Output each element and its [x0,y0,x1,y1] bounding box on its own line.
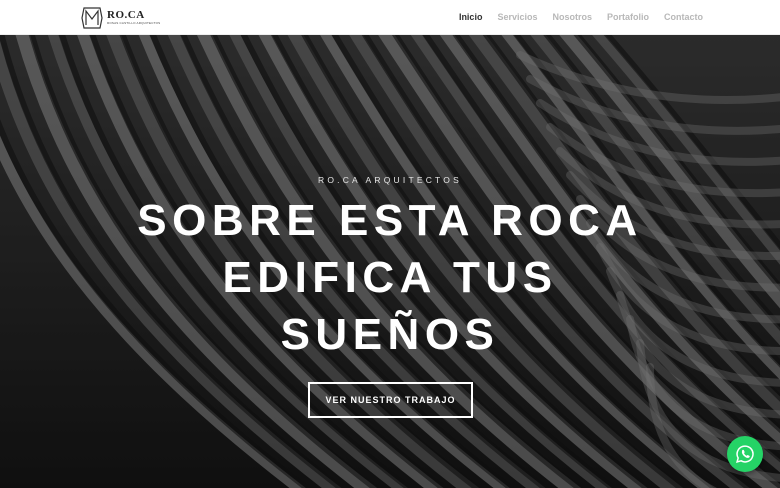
logo-mark-icon [81,6,103,29]
site-header: RO.CA ROSAS CASTILLO ARQUITECTOS Inicio … [0,0,780,35]
whatsapp-button[interactable] [727,436,763,472]
hero-section: RO.CA ARQUITECTOS SOBRE ESTA ROCA EDIFIC… [0,35,780,488]
headline-line-1: SOBRE ESTA ROCA [137,196,643,245]
hero-headline: SOBRE ESTA ROCA EDIFICA TUS SUEÑOS [0,192,780,363]
nav-inicio[interactable]: Inicio [459,12,483,22]
headline-line-2: EDIFICA TUS [222,253,558,302]
nav-contacto[interactable]: Contacto [664,12,703,22]
logo-title: RO.CA [107,8,145,21]
main-nav: Inicio Servicios Nosotros Portafolio Con… [459,12,703,22]
logo[interactable]: RO.CA ROSAS CASTILLO ARQUITECTOS [80,5,160,30]
headline-line-3: SUEÑOS [280,310,500,359]
hero-eyebrow: RO.CA ARQUITECTOS [318,175,462,185]
nav-portafolio[interactable]: Portafolio [607,12,649,22]
view-work-button[interactable]: VER NUESTRO TRABAJO [308,382,473,418]
nav-nosotros[interactable]: Nosotros [552,12,592,22]
whatsapp-icon [736,445,754,463]
logo-subtitle: ROSAS CASTILLO ARQUITECTOS [107,20,161,25]
nav-servicios[interactable]: Servicios [497,12,537,22]
